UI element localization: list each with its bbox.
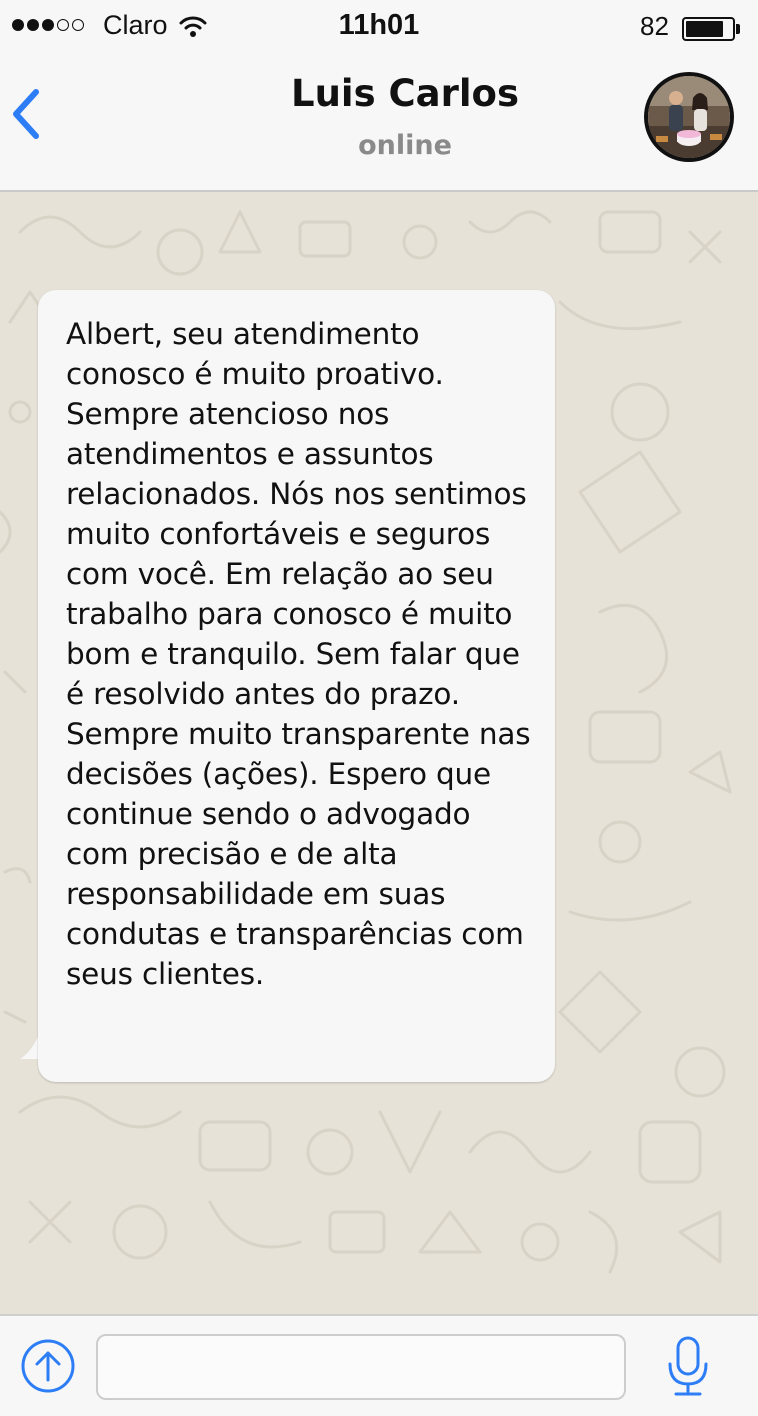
contact-avatar[interactable]: [644, 72, 734, 162]
mic-button[interactable]: [666, 1336, 710, 1402]
battery-tip: [736, 24, 740, 34]
message-text: Albert, seu atendimento conosco é muito …: [66, 317, 531, 991]
battery-icon: [682, 17, 735, 41]
microphone-icon: [668, 1336, 708, 1396]
input-bar: [0, 1314, 758, 1416]
message-bubble-incoming[interactable]: Albert, seu atendimento conosco é muito …: [38, 290, 555, 1082]
upload-arrow-icon: [21, 1339, 75, 1393]
message-input[interactable]: [96, 1334, 626, 1400]
chat-header: Luis Carlos online: [0, 56, 758, 192]
battery-percentage: 82: [640, 11, 669, 41]
chat-area[interactable]: Albert, seu atendimento conosco é muito …: [0, 192, 758, 1314]
status-bar: Claro 11h01 82: [0, 0, 758, 56]
contact-status: online: [358, 130, 452, 161]
attach-button[interactable]: [20, 1338, 76, 1398]
